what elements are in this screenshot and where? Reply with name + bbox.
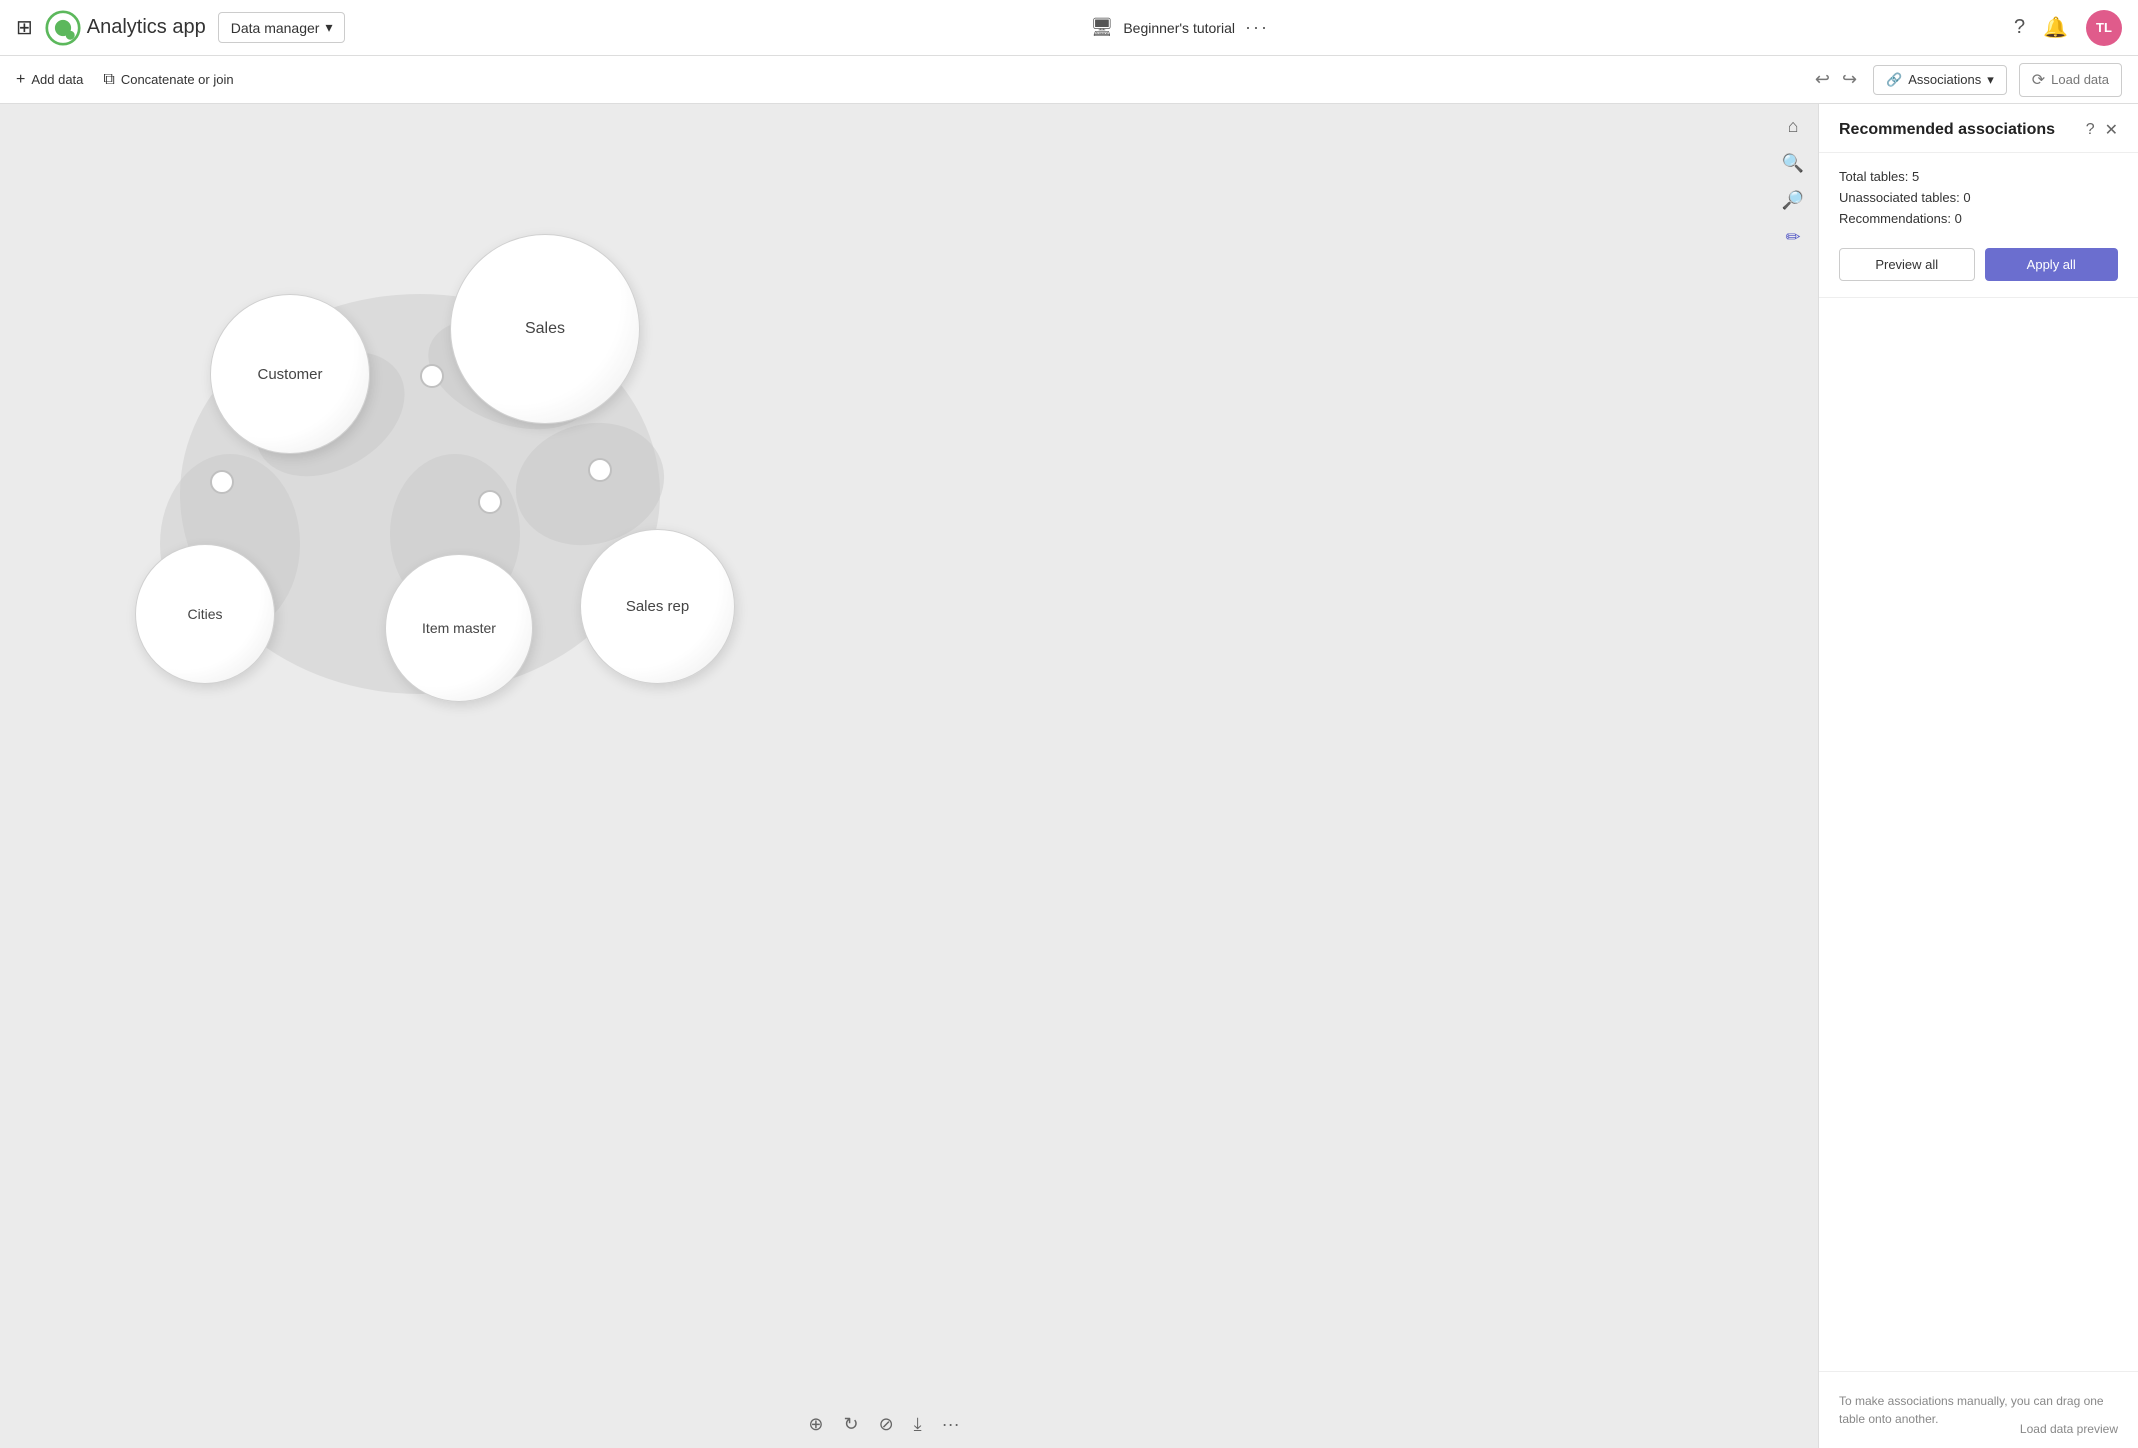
zoom-out-icon[interactable]: 🔎 — [1782, 190, 1804, 211]
tutorial-label[interactable]: Beginner's tutorial — [1123, 20, 1235, 36]
node-sales-rep-label: Sales rep — [626, 598, 689, 615]
panel-help-icon[interactable]: ? — [2086, 121, 2095, 139]
undo-button[interactable]: ↩ — [1811, 65, 1834, 94]
toolbar-right: ↩ ↪ 🔗 Associations ▾ ⟳ Load data — [1811, 63, 2122, 97]
data-manager-dropdown[interactable]: Data manager ▾ — [218, 12, 346, 43]
node-sales-label: Sales — [525, 320, 565, 338]
recommendations-stat: Recommendations: 0 — [1839, 211, 2118, 226]
total-tables-value: 5 — [1912, 169, 1919, 184]
zoom-in-icon[interactable]: 🔍 — [1782, 153, 1804, 174]
panel-header: Recommended associations ? ✕ — [1819, 104, 2138, 153]
bottom-more-icon[interactable]: ··· — [942, 1414, 960, 1435]
canvas-area[interactable]: ⌂ 🔍 🔎 ✏ — [0, 104, 1818, 1448]
unassociated-value: 0 — [1963, 190, 1970, 205]
nav-right-actions: ? 🔔 TL — [2014, 10, 2122, 46]
load-data-icon: ⟳ — [2032, 70, 2045, 90]
more-options-icon[interactable]: ··· — [1245, 17, 1269, 38]
recommendations-label: Recommendations: — [1839, 211, 1951, 226]
link-icon: 🔗 — [1886, 72, 1902, 88]
chevron-down-icon: ▾ — [325, 19, 332, 36]
plus-icon: + — [16, 71, 25, 89]
total-tables-label: Total tables: — [1839, 169, 1908, 184]
node-customer-label: Customer — [257, 366, 322, 383]
node-cities-label: Cities — [187, 606, 222, 622]
avatar[interactable]: TL — [2086, 10, 2122, 46]
load-data-button[interactable]: ⟳ Load data — [2019, 63, 2122, 97]
panel-actions: Preview all Apply all — [1819, 248, 2138, 298]
concatenate-button[interactable]: ⧉ Concatenate or join — [103, 71, 233, 89]
bottom-search-icon[interactable]: ⊕ — [808, 1414, 823, 1435]
add-data-label: Add data — [31, 72, 83, 87]
nav-center: 🖥 Beginner's tutorial ··· — [357, 17, 2001, 38]
node-customer[interactable]: Customer — [210, 294, 370, 454]
bottom-filter-icon[interactable]: ⊘ — [879, 1414, 894, 1435]
app-title: Analytics app — [87, 16, 206, 39]
node-item-master-label: Item master — [422, 620, 496, 636]
associations-button[interactable]: 🔗 Associations ▾ — [1873, 65, 2007, 95]
node-item-master[interactable]: Item master — [385, 554, 533, 702]
main-toolbar: + Add data ⧉ Concatenate or join ↩ ↪ 🔗 A… — [0, 56, 2138, 104]
home-icon[interactable]: ⌂ — [1788, 116, 1799, 137]
bell-icon[interactable]: 🔔 — [2043, 15, 2068, 40]
chevron-icon: ▾ — [1987, 72, 1994, 88]
load-data-preview-link[interactable]: Load data preview — [2020, 1422, 2118, 1436]
screen-icon: 🖥 — [1090, 17, 1113, 38]
recommendations-value: 0 — [1955, 211, 1962, 226]
associations-label: Associations — [1908, 72, 1981, 87]
panel-title: Recommended associations — [1839, 121, 2055, 139]
grid-icon[interactable]: ⊞ — [16, 15, 33, 40]
node-sales[interactable]: Sales — [450, 234, 640, 424]
panel-header-icons: ? ✕ — [2086, 120, 2118, 140]
node-cities[interactable]: Cities — [135, 544, 275, 684]
node-sales-rep[interactable]: Sales rep — [580, 529, 735, 684]
concatenate-label: Concatenate or join — [121, 72, 234, 87]
bottom-toolbar: ⊕ ↻ ⊘ ⤓ ··· — [0, 1400, 1768, 1448]
total-tables-stat: Total tables: 5 — [1839, 169, 2118, 184]
edit-icon[interactable]: ✏ — [1785, 227, 1800, 248]
toolbar-left: + Add data ⧉ Concatenate or join — [16, 71, 234, 89]
qlik-logo[interactable]: Analytics app — [45, 10, 206, 46]
preview-all-button[interactable]: Preview all — [1839, 248, 1975, 281]
redo-button[interactable]: ↪ — [1838, 65, 1861, 94]
main-area: ⌂ 🔍 🔎 ✏ — [0, 104, 2138, 1448]
bottom-download-icon[interactable]: ⤓ — [914, 1414, 922, 1435]
panel-stats: Total tables: 5 Unassociated tables: 0 R… — [1819, 153, 2138, 248]
apply-all-button[interactable]: Apply all — [1985, 248, 2119, 281]
concatenate-icon: ⧉ — [103, 71, 114, 89]
panel-close-icon[interactable]: ✕ — [2105, 120, 2118, 140]
unassociated-label: Unassociated tables: — [1839, 190, 1960, 205]
bottom-refresh-icon[interactable]: ↻ — [843, 1414, 858, 1435]
panel-footer: To make associations manually, you can d… — [1819, 1371, 2138, 1448]
recommendations-panel: Recommended associations ? ✕ Total table… — [1818, 104, 2138, 1448]
right-sidebar-icons: ⌂ 🔍 🔎 ✏ — [1768, 104, 1818, 260]
graph-container: Customer Sales Cities Item master Sales … — [0, 104, 1768, 1400]
add-data-button[interactable]: + Add data — [16, 71, 83, 89]
unassociated-stat: Unassociated tables: 0 — [1839, 190, 2118, 205]
load-data-label: Load data — [2051, 72, 2109, 87]
top-navigation: ⊞ Analytics app Data manager ▾ 🖥 Beginne… — [0, 0, 2138, 56]
help-icon[interactable]: ? — [2014, 16, 2025, 39]
dropdown-label: Data manager — [231, 20, 320, 36]
undo-redo-group: ↩ ↪ — [1811, 65, 1861, 94]
